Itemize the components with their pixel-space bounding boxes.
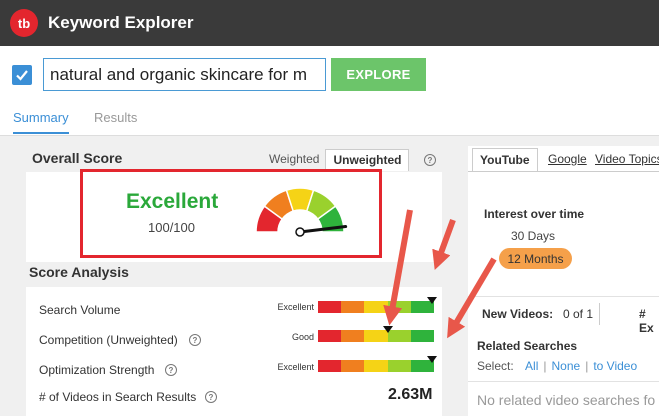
right-tabs-divider [468, 171, 659, 172]
search-row: natural and organic skincare for m EXPLO… [0, 46, 659, 102]
tab-youtube[interactable]: YouTube [472, 148, 538, 171]
bar-segment [341, 301, 365, 313]
help-icon[interactable]: ? [424, 154, 436, 166]
bar-segment [318, 360, 342, 372]
optimization-strength-status: Excellent [277, 362, 314, 372]
new-videos-value: 0 of 1 [563, 307, 594, 321]
column-separator [599, 303, 600, 325]
interest-over-time-title: Interest over time [484, 207, 585, 221]
bar-segment [341, 360, 365, 372]
select-none-link[interactable]: None [552, 359, 581, 373]
tab-video-topics[interactable]: Video Topics [595, 152, 659, 166]
score-analysis-title: Score Analysis [29, 264, 129, 280]
help-icon[interactable]: ? [189, 334, 201, 346]
new-videos-label: New Videos: [482, 307, 554, 321]
tab-results[interactable]: Results [94, 110, 137, 125]
bar-level-marker [382, 326, 393, 333]
keyword-search-input[interactable]: natural and organic skincare for m [43, 58, 326, 91]
videos-in-results-label: # of Videos in Search Results [39, 390, 197, 404]
option-12-months[interactable]: 12 Months [499, 248, 572, 269]
competition-status: Good [291, 332, 314, 342]
search-volume-status: Excellent [277, 302, 314, 312]
bar-level-marker [426, 356, 437, 363]
bar-segment [318, 301, 342, 313]
help-icon[interactable]: ? [165, 364, 177, 376]
score-mode-toggle: Weighted Unweighted [263, 149, 410, 171]
toggle-unweighted[interactable]: Unweighted [325, 149, 410, 171]
bar-segment [387, 360, 411, 372]
related-searches-title: Related Searches [477, 339, 578, 353]
search-volume-bar [318, 301, 435, 313]
videos-in-results-value: 2.63M [388, 386, 433, 403]
checkmark-icon [16, 70, 28, 81]
bar-segment [364, 301, 388, 313]
related-select-row: Select: All | None | to Video [477, 359, 638, 373]
bar-segment [364, 360, 388, 372]
bar-segment [318, 330, 342, 342]
bar-segment [410, 330, 435, 342]
app-title: Keyword Explorer [48, 13, 194, 32]
select-to-video-link[interactable]: to Video [593, 359, 637, 373]
bar-segment [341, 330, 365, 342]
search-volume-label: Search Volume [39, 303, 121, 317]
overall-score-title: Overall Score [32, 150, 123, 166]
divider [468, 381, 659, 382]
hash-column-header: # Ex [639, 307, 654, 335]
bar-level-marker [426, 297, 437, 304]
tab-google[interactable]: Google [548, 152, 587, 166]
optimization-strength-label: Optimization Strength [39, 363, 155, 377]
divider [468, 296, 659, 297]
tab-summary[interactable]: Summary [13, 110, 69, 134]
annotation-highlight-box [80, 169, 382, 258]
no-related-searches-message: No related video searches fo [477, 392, 656, 408]
main-tabs: Summary Results [0, 102, 659, 136]
toggle-weighted[interactable]: Weighted [263, 149, 325, 171]
tubebuddy-logo-icon: tb [10, 9, 38, 37]
optimization-strength-bar [318, 360, 435, 372]
explore-button[interactable]: EXPLORE [331, 58, 426, 91]
competition-bar [318, 330, 435, 342]
title-bar: tb Keyword Explorer [0, 0, 659, 46]
trends-panel [468, 146, 659, 416]
competition-label: Competition (Unweighted) [39, 333, 178, 347]
search-checkbox[interactable] [12, 65, 32, 85]
keyword-explorer-window: tb Keyword Explorer natural and organic … [0, 0, 659, 416]
select-label: Select: [477, 359, 514, 373]
select-all-link[interactable]: All [525, 359, 538, 373]
bar-segment [387, 301, 411, 313]
option-30-days[interactable]: 30 Days [511, 229, 555, 243]
help-icon[interactable]: ? [205, 391, 217, 403]
